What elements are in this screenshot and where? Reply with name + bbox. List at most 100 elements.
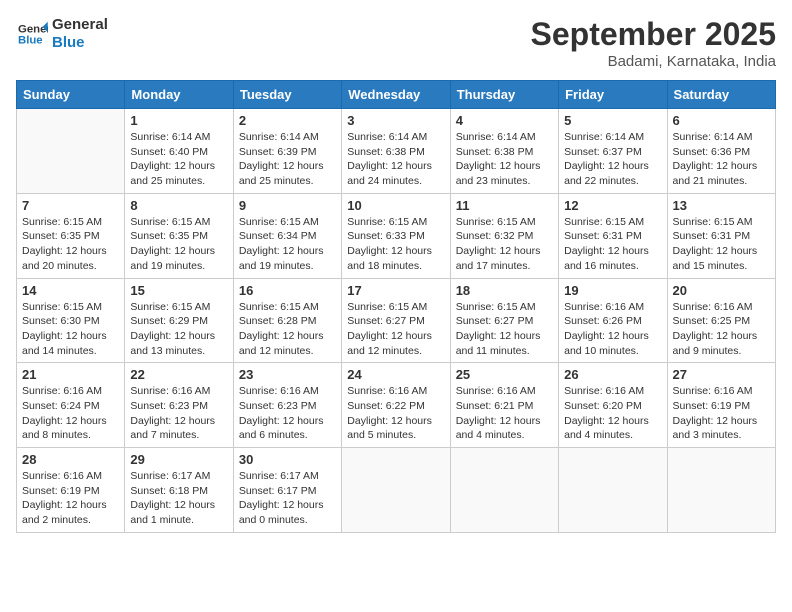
calendar-cell: 3 Sunrise: 6:14 AM Sunset: 6:38 PM Daylig… [342,109,450,194]
calendar-cell [17,109,125,194]
day-number: 18 [456,283,553,298]
day-info: Sunrise: 6:16 AM Sunset: 6:25 PM Dayligh… [673,300,770,359]
day-info: Sunrise: 6:16 AM Sunset: 6:24 PM Dayligh… [22,384,119,443]
calendar-cell [667,448,775,533]
calendar-cell: 9 Sunrise: 6:15 AM Sunset: 6:34 PM Daylig… [233,193,341,278]
day-number: 8 [130,198,227,213]
calendar-week-row: 28 Sunrise: 6:16 AM Sunset: 6:19 PM Dayli… [17,448,776,533]
calendar-cell: 4 Sunrise: 6:14 AM Sunset: 6:38 PM Daylig… [450,109,558,194]
day-info: Sunrise: 6:17 AM Sunset: 6:17 PM Dayligh… [239,469,336,528]
calendar-cell [559,448,667,533]
calendar-week-row: 7Sunrise: 6:15 AM Sunset: 6:35 PM Daylig… [17,193,776,278]
calendar-cell: 26 Sunrise: 6:16 AM Sunset: 6:20 PM Dayli… [559,363,667,448]
logo-line2: Blue [52,34,108,52]
day-number: 25 [456,367,553,382]
logo: General Blue General Blue [16,16,108,52]
day-number: 24 [347,367,444,382]
logo-line1: General [52,16,108,34]
day-number: 21 [22,367,119,382]
day-info: Sunrise: 6:15 AM Sunset: 6:34 PM Dayligh… [239,215,336,274]
day-number: 4 [456,113,553,128]
calendar-cell: 20 Sunrise: 6:16 AM Sunset: 6:25 PM Dayli… [667,278,775,363]
calendar-cell: 1 Sunrise: 6:14 AM Sunset: 6:40 PM Daylig… [125,109,233,194]
day-info: Sunrise: 6:14 AM Sunset: 6:38 PM Dayligh… [347,130,444,189]
svg-text:General: General [18,23,48,35]
day-info: Sunrise: 6:14 AM Sunset: 6:40 PM Dayligh… [130,130,227,189]
title-block: September 2025 Badami, Karnataka, India [531,16,776,70]
day-number: 29 [130,452,227,467]
calendar-body: 1 Sunrise: 6:14 AM Sunset: 6:40 PM Daylig… [17,109,776,533]
day-number: 14 [22,283,119,298]
calendar-cell: 8 Sunrise: 6:15 AM Sunset: 6:35 PM Daylig… [125,193,233,278]
day-info: Sunrise: 6:15 AM Sunset: 6:35 PM Dayligh… [22,215,119,274]
logo-icon: General Blue [16,20,48,48]
day-info: Sunrise: 6:14 AM Sunset: 6:37 PM Dayligh… [564,130,661,189]
day-info: Sunrise: 6:15 AM Sunset: 6:35 PM Dayligh… [130,215,227,274]
day-number: 26 [564,367,661,382]
day-info: Sunrise: 6:14 AM Sunset: 6:39 PM Dayligh… [239,130,336,189]
calendar-cell: 18Sunrise: 6:15 AM Sunset: 6:27 PM Dayli… [450,278,558,363]
calendar-cell [342,448,450,533]
month-title: September 2025 [531,16,776,53]
calendar-cell: 15 Sunrise: 6:15 AM Sunset: 6:29 PM Dayli… [125,278,233,363]
day-info: Sunrise: 6:15 AM Sunset: 6:33 PM Dayligh… [347,215,444,274]
day-info: Sunrise: 6:16 AM Sunset: 6:20 PM Dayligh… [564,384,661,443]
weekday-header-cell: Saturday [667,81,775,109]
weekday-header-cell: Sunday [17,81,125,109]
weekday-header-cell: Monday [125,81,233,109]
page-header: General Blue General Blue September 2025… [16,16,776,70]
day-info: Sunrise: 6:16 AM Sunset: 6:23 PM Dayligh… [130,384,227,443]
day-number: 9 [239,198,336,213]
calendar-cell: 12 Sunrise: 6:15 AM Sunset: 6:31 PM Dayli… [559,193,667,278]
weekday-header-cell: Tuesday [233,81,341,109]
day-number: 12 [564,198,661,213]
day-info: Sunrise: 6:15 AM Sunset: 6:31 PM Dayligh… [564,215,661,274]
day-number: 1 [130,113,227,128]
calendar-cell: 10Sunrise: 6:15 AM Sunset: 6:33 PM Dayli… [342,193,450,278]
day-info: Sunrise: 6:15 AM Sunset: 6:29 PM Dayligh… [130,300,227,359]
day-number: 3 [347,113,444,128]
day-number: 28 [22,452,119,467]
day-number: 2 [239,113,336,128]
day-number: 19 [564,283,661,298]
calendar-cell: 25 Sunrise: 6:16 AM Sunset: 6:21 PM Dayli… [450,363,558,448]
day-info: Sunrise: 6:15 AM Sunset: 6:32 PM Dayligh… [456,215,553,274]
weekday-header-cell: Wednesday [342,81,450,109]
day-number: 6 [673,113,770,128]
calendar-week-row: 21 Sunrise: 6:16 AM Sunset: 6:24 PM Dayli… [17,363,776,448]
day-info: Sunrise: 6:16 AM Sunset: 6:22 PM Dayligh… [347,384,444,443]
location-subtitle: Badami, Karnataka, India [531,53,776,70]
weekday-header-cell: Friday [559,81,667,109]
calendar-cell: 2 Sunrise: 6:14 AM Sunset: 6:39 PM Daylig… [233,109,341,194]
calendar-cell: 30Sunrise: 6:17 AM Sunset: 6:17 PM Dayli… [233,448,341,533]
day-info: Sunrise: 6:15 AM Sunset: 6:30 PM Dayligh… [22,300,119,359]
day-info: Sunrise: 6:16 AM Sunset: 6:21 PM Dayligh… [456,384,553,443]
calendar-cell: 13Sunrise: 6:15 AM Sunset: 6:31 PM Dayli… [667,193,775,278]
calendar-cell: 5Sunrise: 6:14 AM Sunset: 6:37 PM Daylig… [559,109,667,194]
calendar-cell: 17Sunrise: 6:15 AM Sunset: 6:27 PM Dayli… [342,278,450,363]
day-number: 20 [673,283,770,298]
day-info: Sunrise: 6:14 AM Sunset: 6:38 PM Dayligh… [456,130,553,189]
day-info: Sunrise: 6:16 AM Sunset: 6:23 PM Dayligh… [239,384,336,443]
calendar-cell: 28 Sunrise: 6:16 AM Sunset: 6:19 PM Dayli… [17,448,125,533]
calendar-cell: 22 Sunrise: 6:16 AM Sunset: 6:23 PM Dayli… [125,363,233,448]
weekday-header-row: SundayMondayTuesdayWednesdayThursdayFrid… [17,81,776,109]
weekday-header-cell: Thursday [450,81,558,109]
calendar-table: SundayMondayTuesdayWednesdayThursdayFrid… [16,80,776,533]
svg-text:Blue: Blue [18,35,43,47]
day-number: 23 [239,367,336,382]
calendar-cell: 29 Sunrise: 6:17 AM Sunset: 6:18 PM Dayli… [125,448,233,533]
calendar-cell: 19Sunrise: 6:16 AM Sunset: 6:26 PM Dayli… [559,278,667,363]
day-number: 11 [456,198,553,213]
calendar-cell: 7Sunrise: 6:15 AM Sunset: 6:35 PM Daylig… [17,193,125,278]
calendar-cell: 16Sunrise: 6:15 AM Sunset: 6:28 PM Dayli… [233,278,341,363]
day-info: Sunrise: 6:17 AM Sunset: 6:18 PM Dayligh… [130,469,227,528]
day-number: 22 [130,367,227,382]
day-number: 16 [239,283,336,298]
day-number: 17 [347,283,444,298]
day-info: Sunrise: 6:16 AM Sunset: 6:19 PM Dayligh… [22,469,119,528]
day-number: 13 [673,198,770,213]
day-number: 15 [130,283,227,298]
day-number: 27 [673,367,770,382]
calendar-cell: 27Sunrise: 6:16 AM Sunset: 6:19 PM Dayli… [667,363,775,448]
